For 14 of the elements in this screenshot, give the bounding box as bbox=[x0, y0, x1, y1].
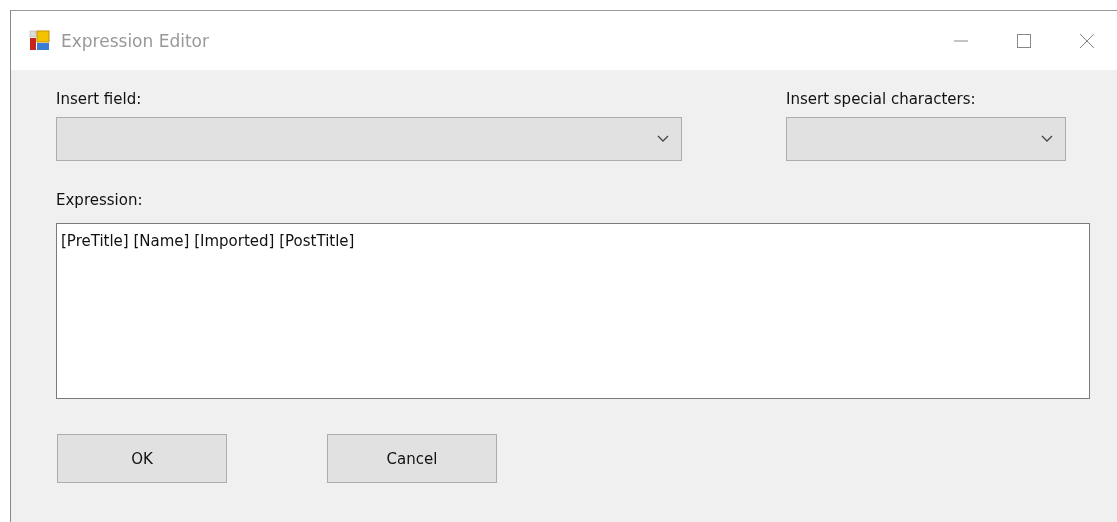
expression-label: Expression: bbox=[56, 190, 143, 211]
chevron-down-icon bbox=[657, 135, 669, 143]
cancel-button[interactable]: Cancel bbox=[327, 434, 497, 483]
field-dropdown[interactable] bbox=[56, 117, 682, 161]
expression-field[interactable]: [PreTitle] [Name] [Imported] [PostTitle] bbox=[56, 223, 1090, 399]
special-characters-dropdown[interactable] bbox=[786, 117, 1066, 161]
ok-button[interactable]: OK bbox=[57, 434, 227, 483]
close-icon[interactable] bbox=[1079, 32, 1095, 49]
chevron-down-icon bbox=[1041, 135, 1053, 143]
special-characters-label: Insert special characters: bbox=[786, 89, 976, 110]
app-icon bbox=[29, 29, 51, 52]
window-title: Expression Editor bbox=[61, 30, 209, 51]
maximize-icon[interactable] bbox=[1016, 32, 1032, 49]
field-label: Insert field: bbox=[56, 89, 142, 110]
